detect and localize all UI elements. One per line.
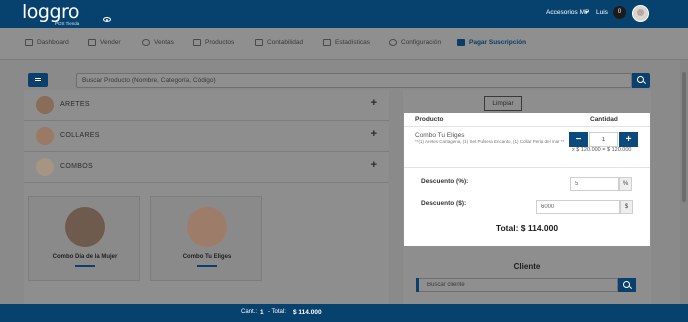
footer-summary-bar: Cant.: 1 - Total: $ 114.000	[0, 304, 688, 322]
nav-label: Dashboard	[37, 39, 69, 46]
loggro-logo[interactable]: loggro POS Tienda	[22, 1, 100, 26]
menu-toggle-button[interactable]	[28, 73, 48, 87]
nav-label: Configuración	[401, 39, 442, 46]
cart-total: Total: $ 114.000	[495, 223, 559, 233]
user-avatar[interactable]	[632, 5, 649, 22]
cart-item-name: Combo Tu Eliges	[415, 132, 465, 139]
eye-icon[interactable]	[103, 17, 111, 22]
quantity-input[interactable]	[589, 132, 618, 147]
store-dropdown-icon[interactable]: ▾	[585, 9, 588, 16]
category-label: ARETES	[60, 101, 90, 108]
nav-label: Productos	[205, 39, 235, 46]
client-search-button[interactable]	[618, 278, 636, 292]
category-row-combos[interactable]: COMBOS +	[24, 152, 389, 183]
category-row-aretes[interactable]: ARETES +	[24, 90, 389, 121]
card-icon	[457, 39, 465, 46]
product-card[interactable]: Combo Día de la Mujer	[28, 196, 140, 281]
top-bar: loggro POS Tienda Accesorios MP ▾ Luis 0	[0, 0, 688, 28]
quantity-increase-button[interactable]: +	[619, 132, 638, 147]
discount-percent-input[interactable]	[570, 177, 619, 191]
percent-suffix: %	[619, 177, 632, 191]
nav-contabilidad[interactable]: Contabilidad	[255, 39, 303, 46]
category-image	[36, 127, 54, 145]
category-row-collares[interactable]: COLLARES +	[24, 121, 389, 152]
accounting-icon	[255, 39, 263, 46]
notification-badge[interactable]: 0	[613, 6, 626, 19]
product-search-input[interactable]	[76, 73, 632, 88]
discount-amount-input[interactable]	[536, 200, 620, 214]
column-quantity: Cantidad	[590, 116, 618, 123]
dashboard-icon	[25, 39, 33, 46]
category-label: COLLARES	[60, 132, 100, 139]
cart-icon	[88, 39, 96, 46]
expand-plus-icon[interactable]: +	[371, 128, 377, 140]
nav-label: Estadísticas	[335, 39, 371, 46]
product-image	[187, 207, 227, 247]
nav-label: Contabilidad	[267, 39, 304, 46]
category-image	[36, 158, 54, 176]
client-search-input[interactable]	[416, 278, 618, 292]
expand-plus-icon[interactable]: +	[371, 97, 377, 109]
nav-estadisticas[interactable]: Estadísticas	[323, 39, 370, 46]
nav-label: Ventas	[154, 39, 174, 46]
quantity-decrease-button[interactable]: −	[569, 132, 588, 147]
sales-icon	[142, 39, 150, 46]
category-label: COMBOS	[60, 163, 93, 170]
dollar-suffix: $	[620, 200, 633, 214]
product-name: Combo Día de la Mujer	[52, 254, 118, 260]
product-image	[65, 207, 105, 247]
products-icon	[193, 39, 201, 46]
scrollbar-thumb[interactable]	[682, 72, 686, 202]
category-image	[36, 96, 54, 114]
column-product: Producto	[415, 116, 444, 123]
nav-ventas[interactable]: Ventas	[142, 39, 174, 46]
footer-total-value: $ 114.000	[293, 308, 322, 316]
main-nav: Dashboard Vender Ventas Productos Contab…	[0, 28, 688, 60]
clear-cart-button[interactable]: Limpiar	[484, 96, 522, 111]
logo-subtitle: POS Tienda	[55, 21, 80, 26]
client-title: Cliente	[513, 262, 541, 271]
client-field-accent	[416, 278, 419, 292]
expand-plus-icon[interactable]: +	[371, 159, 377, 171]
product-underline	[75, 265, 95, 267]
user-name[interactable]: Luis	[596, 9, 608, 16]
nav-pagar-suscripcion[interactable]: Pagar Suscripción	[457, 39, 526, 46]
cart-item-description: **(1) Aretes Cartagena, (1) Set Pulsera …	[415, 139, 565, 144]
footer-total-label: - Total:	[268, 309, 286, 315]
search-button[interactable]	[632, 73, 650, 88]
store-selector[interactable]: Accesorios MP	[546, 9, 589, 16]
cart-line-total: x $ 120.000 = $ 120.000	[572, 147, 632, 153]
footer-count-value: 1	[260, 308, 264, 316]
product-name: Combo Tu Eliges	[182, 254, 232, 260]
nav-productos[interactable]: Productos	[193, 39, 234, 46]
divider	[404, 126, 650, 127]
nav-configuracion[interactable]: Configuración	[389, 39, 441, 46]
discount-amount-label: Descuento ($):	[421, 200, 467, 207]
divider	[404, 167, 650, 168]
discount-percent-label: Descuento (%):	[421, 178, 469, 185]
product-underline	[197, 265, 217, 267]
nav-dashboard[interactable]: Dashboard	[25, 39, 69, 46]
nav-label: Pagar Suscripción	[469, 39, 527, 46]
cart-modal: Producto Cantidad Combo Tu Eliges **(1) …	[404, 113, 650, 246]
nav-vender[interactable]: Vender	[88, 39, 121, 46]
footer-count-label: Cant.:	[241, 309, 258, 315]
stats-icon	[323, 39, 331, 46]
product-card[interactable]: Combo Tu Eliges	[150, 196, 262, 281]
settings-icon	[389, 39, 397, 46]
logo-text: loggro	[22, 1, 80, 23]
nav-label: Vender	[100, 39, 121, 46]
